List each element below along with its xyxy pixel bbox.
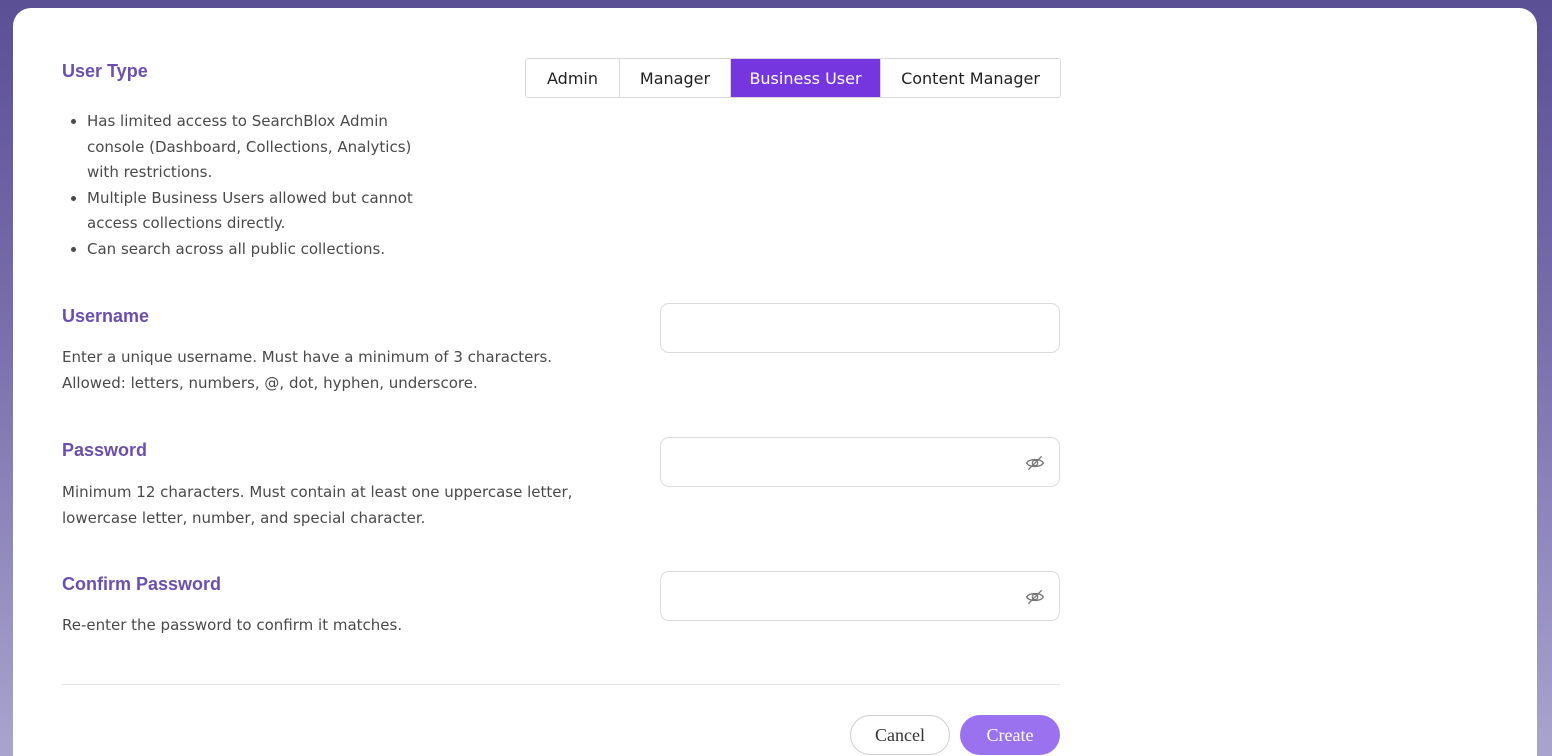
user-type-tabs: Admin Manager Business User Content Mana…: [525, 58, 1061, 98]
confirm-password-help-text: Re-enter the password to confirm it matc…: [62, 616, 403, 634]
password-input[interactable]: [660, 437, 1060, 487]
user-type-description: Has limited access to SearchBlox Admin c…: [62, 109, 437, 262]
user-type-bullet: Has limited access to SearchBlox Admin c…: [87, 109, 437, 186]
eye-off-icon[interactable]: [1025, 453, 1045, 473]
create-user-form: User Type Admin Manager Business User Co…: [13, 8, 1537, 756]
password-label: Password: [62, 440, 148, 460]
user-type-label: User Type: [62, 61, 148, 81]
cancel-button[interactable]: Cancel: [850, 715, 950, 755]
tab-business-user[interactable]: Business User: [731, 59, 881, 97]
confirm-password-input[interactable]: [660, 571, 1060, 621]
username-help-text: Enter a unique username. Must have a min…: [62, 345, 622, 396]
user-type-bullet: Can search across all public collections…: [87, 237, 437, 263]
password-help-line: lowercase letter, number, and special ch…: [62, 508, 426, 527]
tab-admin[interactable]: Admin: [526, 59, 620, 97]
tab-content-manager[interactable]: Content Manager: [881, 59, 1060, 97]
password-help-text: Minimum 12 characters. Must contain at l…: [62, 480, 622, 531]
create-button[interactable]: Create: [960, 715, 1060, 755]
tab-manager[interactable]: Manager: [620, 59, 731, 97]
username-help-line: Allowed: letters, numbers, @, dot, hyphe…: [62, 373, 478, 392]
username-help-line: Enter a unique username. Must have a min…: [62, 348, 553, 366]
divider: [62, 684, 1060, 685]
username-label: Username: [62, 306, 150, 326]
user-type-bullet: Multiple Business Users allowed but cann…: [87, 186, 437, 237]
confirm-password-label: Confirm Password: [62, 574, 222, 594]
password-help-line: Minimum 12 characters. Must contain at l…: [62, 483, 573, 501]
eye-off-icon[interactable]: [1025, 587, 1045, 607]
username-input[interactable]: [660, 303, 1060, 353]
